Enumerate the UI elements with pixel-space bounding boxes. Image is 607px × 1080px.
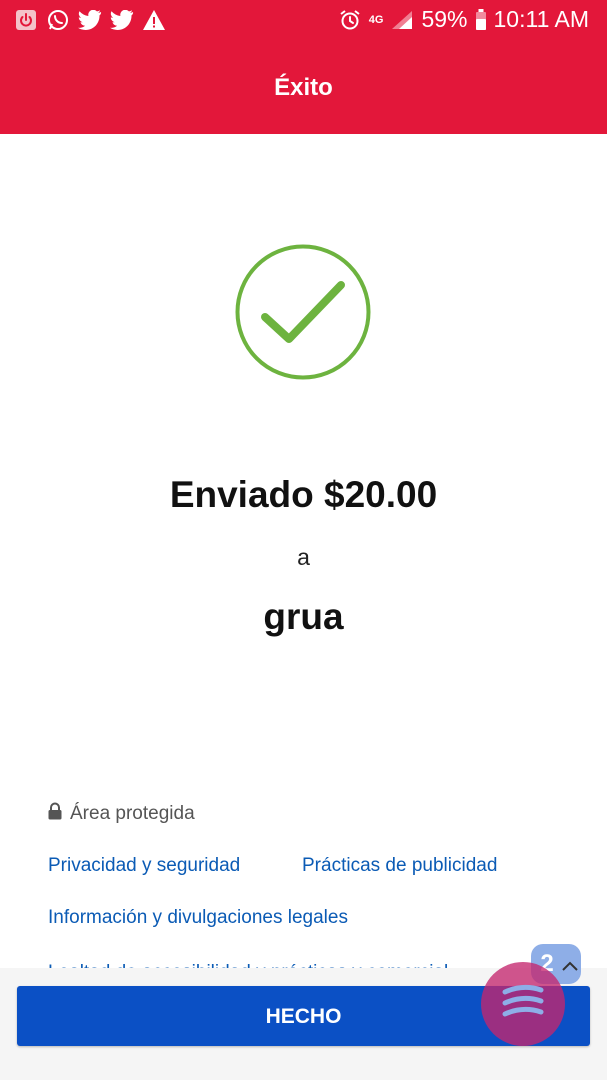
privacy-security-link[interactable]: Privacidad y seguridad <box>48 855 240 877</box>
sent-amount: Enviado $20.00 <box>169 474 438 515</box>
system-status: 4G 59% 10:11 AM <box>338 6 589 33</box>
network-type: 4G <box>368 13 384 26</box>
recipient-name: grua <box>263 596 344 637</box>
signal-icon <box>390 8 414 32</box>
clock: 10:11 AM <box>493 6 589 32</box>
battery-percent: 59% <box>421 6 468 32</box>
chat-bubble-button[interactable] <box>481 962 565 1046</box>
battery-icon <box>475 8 487 32</box>
status-bar: 4G 59% 10:11 AM <box>0 0 607 40</box>
twitter-icon <box>110 8 134 32</box>
secure-area-label: Área protegida <box>48 802 195 826</box>
advertising-practices-link[interactable]: Prácticas de publicidad <box>302 855 497 877</box>
secure-area-text: Área protegida <box>70 803 195 824</box>
power-icon <box>14 8 38 32</box>
warning-icon <box>142 8 166 32</box>
chat-logo-icon <box>499 982 547 1027</box>
whatsapp-icon <box>46 8 70 32</box>
recipient-connector: a <box>297 544 310 570</box>
success-check-icon <box>235 244 371 380</box>
chevron-up-icon <box>562 958 578 976</box>
twitter-icon <box>78 8 102 32</box>
legal-disclosures-link[interactable]: Información y divulgaciones legales <box>48 907 348 929</box>
lock-icon <box>48 802 62 826</box>
notification-icons <box>14 8 166 32</box>
page-title: Éxito <box>274 74 333 101</box>
alarm-icon <box>338 8 362 32</box>
app-header: Éxito <box>0 40 607 134</box>
